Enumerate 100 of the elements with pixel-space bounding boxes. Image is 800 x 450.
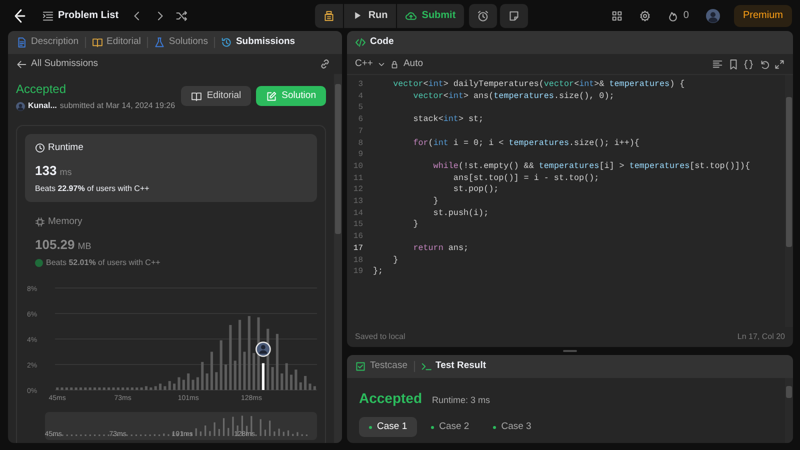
histogram-bar bbox=[168, 380, 171, 390]
autocomplete-mode[interactable]: Auto bbox=[390, 59, 424, 69]
clock-icon bbox=[35, 143, 45, 154]
histogram-bar bbox=[158, 383, 162, 390]
code-line: vector<int> ans(temperatures.size(), 0); bbox=[412, 90, 614, 102]
histogram-bar bbox=[187, 372, 190, 390]
histogram-bar bbox=[196, 376, 199, 390]
histogram-bar bbox=[65, 386, 68, 390]
edit-icon bbox=[266, 90, 277, 102]
case-tab[interactable]: Case 1 bbox=[359, 417, 418, 437]
histogram-bar bbox=[276, 333, 279, 390]
panel-tab[interactable]: Editorial bbox=[92, 35, 141, 50]
reset-button[interactable] bbox=[758, 58, 770, 70]
panel-tab[interactable]: Code bbox=[355, 35, 394, 50]
line-number: 13 bbox=[352, 196, 364, 208]
code-line: for(int i = 0; i < temperatures.size(); i++){ bbox=[412, 138, 640, 150]
histogram-bar bbox=[294, 369, 298, 390]
braces-button[interactable] bbox=[743, 58, 754, 70]
streak-counter[interactable]: 0 bbox=[664, 6, 692, 24]
memory-card[interactable]: Memory 105.29 MB Beats 52.01% of users with C++ bbox=[25, 208, 317, 276]
history-icon bbox=[220, 37, 232, 48]
cursor-position: Ln 17, Col 20 bbox=[737, 331, 785, 343]
shuffle-icon bbox=[176, 10, 188, 22]
histogram-bar bbox=[102, 386, 106, 390]
premium-button[interactable]: Premium bbox=[734, 4, 792, 26]
histogram-bar bbox=[136, 386, 138, 390]
line-number: 12 bbox=[352, 184, 364, 196]
histogram-bar bbox=[108, 386, 110, 390]
notes-button[interactable] bbox=[500, 4, 528, 28]
chip-icon bbox=[35, 216, 45, 227]
editorial-button[interactable]: Editorial bbox=[180, 86, 252, 106]
code-line: ans[st.top()] = i - st.top(); bbox=[452, 172, 600, 184]
scrollbar[interactable] bbox=[785, 378, 793, 443]
format-button[interactable] bbox=[712, 58, 723, 70]
book-icon bbox=[92, 37, 103, 48]
case-tab[interactable]: Case 2 bbox=[421, 417, 480, 437]
histogram-bar bbox=[178, 376, 180, 390]
scrollbar[interactable] bbox=[334, 74, 342, 443]
list-icon bbox=[42, 10, 54, 22]
histogram-bar bbox=[144, 386, 148, 390]
stat-unit: MB bbox=[78, 240, 92, 253]
book-icon bbox=[190, 90, 202, 102]
bookmark-icon bbox=[728, 58, 738, 70]
code-line: }; bbox=[373, 266, 384, 278]
histogram-bar bbox=[308, 383, 312, 390]
histogram-bar bbox=[93, 386, 96, 390]
checkbox-icon bbox=[355, 361, 366, 372]
panel-tab[interactable]: Submissions bbox=[220, 35, 296, 50]
code-line: } bbox=[392, 254, 398, 266]
stat-value: 105.29 bbox=[35, 236, 75, 254]
timer-button[interactable] bbox=[469, 4, 498, 28]
line-number: 3 bbox=[357, 79, 364, 91]
histogram-bar bbox=[150, 386, 152, 390]
code-line: } bbox=[412, 219, 418, 232]
code-line: stack<int> st; bbox=[412, 114, 484, 126]
panel-tab[interactable]: Description bbox=[16, 35, 79, 50]
histogram-bar bbox=[88, 386, 92, 390]
debug-icon bbox=[323, 10, 336, 22]
line-number: 17 bbox=[352, 242, 364, 255]
panel-tab[interactable]: Testcase bbox=[355, 359, 408, 374]
resize-handle[interactable] bbox=[563, 350, 577, 352]
fullscreen-button[interactable] bbox=[774, 58, 785, 70]
line-number: 19 bbox=[352, 266, 364, 278]
pass-dot bbox=[369, 426, 372, 428]
scrollbar[interactable] bbox=[785, 75, 793, 327]
histogram-bar bbox=[201, 361, 204, 390]
histogram-bar bbox=[215, 372, 218, 390]
histogram-bar bbox=[280, 372, 284, 390]
code-line: st.pop(); bbox=[452, 184, 499, 196]
histogram-bar bbox=[74, 386, 78, 390]
histogram-bar bbox=[98, 386, 101, 390]
runtime-card[interactable]: Runtime 133 ms Beats 22.97% of users with C++ bbox=[25, 134, 317, 202]
bookmark-button[interactable] bbox=[728, 58, 738, 70]
line-number: 6 bbox=[357, 114, 364, 126]
line-number: 16 bbox=[352, 231, 364, 243]
histogram-bar bbox=[84, 386, 87, 390]
run-button[interactable]: Run bbox=[344, 4, 396, 28]
panel-tab[interactable]: Test Result bbox=[420, 359, 486, 374]
language-dropdown[interactable]: C++ bbox=[355, 59, 386, 69]
histogram-bar bbox=[126, 386, 129, 390]
expand-icon bbox=[774, 58, 785, 70]
histogram-bar bbox=[224, 364, 228, 390]
panel-tab[interactable]: Solutions bbox=[154, 35, 208, 50]
histogram-bar bbox=[290, 374, 293, 390]
debug-button[interactable] bbox=[315, 4, 344, 28]
your-runtime-bar bbox=[262, 362, 264, 390]
pass-dot bbox=[493, 426, 496, 428]
document-icon bbox=[16, 37, 27, 48]
save-status: Saved to local bbox=[355, 331, 406, 343]
line-number: 11 bbox=[352, 172, 364, 184]
submit-button[interactable]: Submit bbox=[396, 4, 464, 28]
code-icon bbox=[355, 37, 366, 48]
author-name[interactable]: Kunal... bbox=[28, 100, 57, 112]
problem-list-link[interactable]: Problem List bbox=[39, 6, 122, 24]
code-line: vector<int> dailyTemperatures(vector<int>& temperatures) { bbox=[392, 79, 685, 91]
terminal-icon bbox=[420, 361, 432, 372]
case-tab[interactable]: Case 3 bbox=[483, 417, 542, 437]
back-link[interactable]: All Submissions bbox=[16, 58, 98, 70]
histogram-bar bbox=[304, 375, 307, 390]
histogram-bar bbox=[116, 386, 120, 390]
